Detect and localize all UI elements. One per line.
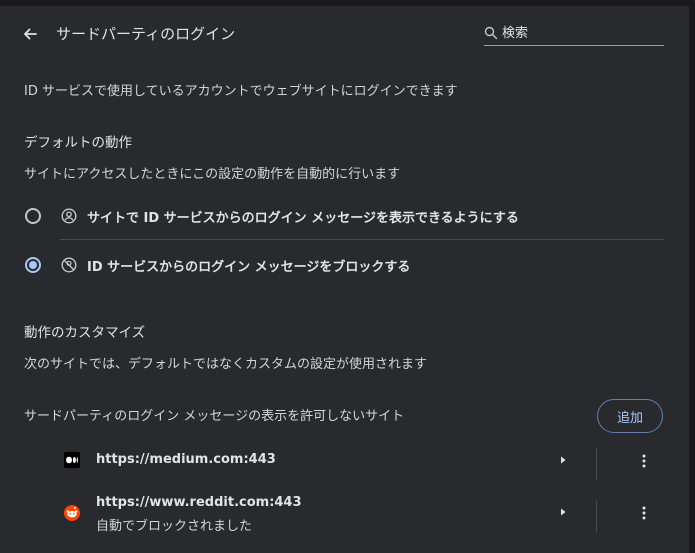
chevron-right-icon [561,508,566,516]
window-edge [689,0,695,553]
arrow-left-icon [24,28,37,40]
row-separator [596,448,597,480]
page-title: サードパーティのログイン [56,25,236,43]
search-input[interactable] [502,23,660,43]
back-button[interactable] [18,22,42,46]
search-box[interactable] [484,23,664,46]
site-status: 自動でブロックされました [96,519,253,534]
site-details-button[interactable] [554,451,572,469]
page-header: サードパーティのログイン [0,6,689,60]
reddit-logo-icon [64,505,80,521]
account-circle-icon [61,208,77,224]
search-icon [484,26,498,40]
option-block-label: ID サービスからのログイン メッセージをブロックする [87,260,411,275]
more-actions-button[interactable] [634,503,654,523]
radio-allow-login-prompts[interactable] [25,208,41,224]
site-details-button[interactable] [554,503,572,521]
site-url: https://medium.com:443 [96,452,276,467]
customize-heading: 動作のカスタマイズ [24,325,146,341]
option-divider [60,239,664,240]
option-allow-label: サイトで ID サービスからのログイン メッセージを表示できるようにする [87,211,519,226]
chevron-right-icon [561,456,566,464]
blocked-sites-label: サードパーティのログイン メッセージの表示を許可しないサイト [24,409,405,424]
site-row-reddit[interactable]: https://www.reddit.com:443 自動でブロックされました [0,489,689,545]
default-behavior-subtext: サイトにアクセスしたときにこの設定の動作を自動的に行います [24,167,401,182]
row-separator [596,501,597,533]
more-vert-icon [642,506,646,520]
add-site-button[interactable]: 追加 [597,399,663,433]
page-description: ID サービスで使用しているアカウントでウェブサイトにログインできます [24,84,458,99]
default-behavior-heading: デフォルトの動作 [24,135,132,151]
radio-block-login-prompts[interactable] [25,257,41,273]
more-actions-button[interactable] [634,451,654,471]
customize-subtext: 次のサイトでは、デフォルトではなくカスタムの設定が使用されます [24,357,428,372]
medium-logo-icon [64,452,80,468]
more-vert-icon [642,454,646,468]
site-url: https://www.reddit.com:443 [96,495,302,510]
site-row-medium[interactable]: https://medium.com:443 [0,443,689,487]
blocked-account-icon [61,257,77,273]
settings-panel: サードパーティのログイン ID サービスで使用しているアカウントでウェブサイトに… [0,6,689,553]
